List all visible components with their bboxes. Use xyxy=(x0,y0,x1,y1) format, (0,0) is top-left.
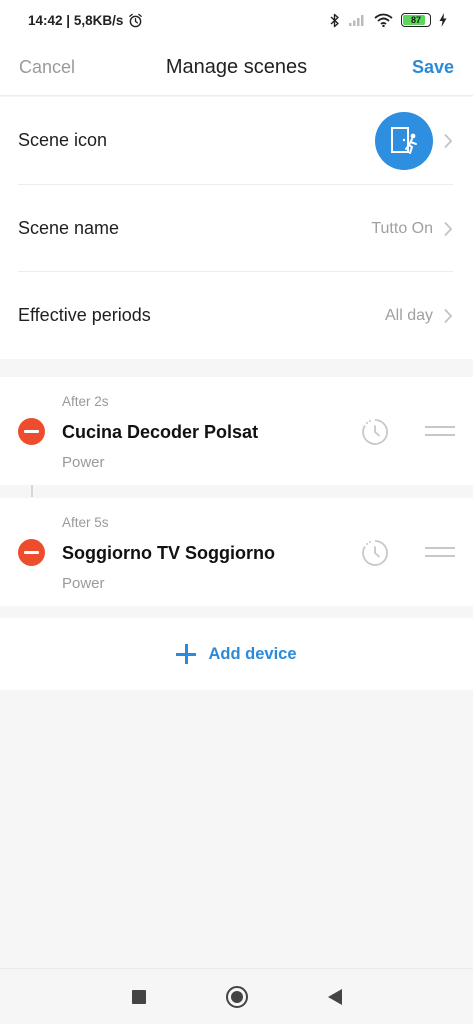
scene-name-row[interactable]: Scene name Tutto On xyxy=(0,185,473,272)
scene-icon-row[interactable]: Scene icon xyxy=(0,97,473,184)
effective-periods-label: Effective periods xyxy=(18,305,151,325)
device-name: Cucina Decoder Polsat xyxy=(62,422,259,442)
chevron-right-icon xyxy=(444,221,453,236)
delay-timer-icon[interactable] xyxy=(360,417,390,447)
scene-name-label: Scene name xyxy=(18,218,120,238)
status-bar: 14:42 | 5,8KB/s 87 xyxy=(0,0,473,40)
minus-icon xyxy=(24,429,39,434)
scene-icon-right xyxy=(375,111,453,170)
delay-timer-icon[interactable] xyxy=(360,538,390,568)
device-card[interactable]: After 2s Cucina Decoder Polsat Power xyxy=(0,377,473,485)
home-icon[interactable] xyxy=(225,985,248,1008)
effective-periods-right: All day xyxy=(385,307,453,325)
chevron-right-icon xyxy=(444,133,453,148)
alarm-icon xyxy=(129,13,143,27)
remove-device-button[interactable] xyxy=(18,539,45,566)
device-card[interactable]: After 5s Soggiorno TV Soggiorno Power xyxy=(0,498,473,606)
device-action: Power xyxy=(62,575,105,592)
scene-icon-preview xyxy=(375,111,433,170)
bluetooth-icon xyxy=(330,13,339,27)
signal-icon xyxy=(349,15,364,26)
status-right: 87 xyxy=(330,13,447,28)
save-button[interactable]: Save xyxy=(412,57,454,78)
status-network-speed: 5,8KB/s xyxy=(73,12,124,28)
device-delay: After 5s xyxy=(62,515,109,530)
scene-icon-label: Scene icon xyxy=(18,130,108,150)
scene-name-right: Tutto On xyxy=(371,220,453,238)
effective-periods-row[interactable]: Effective periods All day xyxy=(0,272,473,359)
remove-device-button[interactable] xyxy=(18,418,45,445)
wifi-icon xyxy=(374,13,393,27)
door-person-icon xyxy=(391,126,417,154)
add-device-button[interactable]: Add device xyxy=(0,618,473,690)
header: Cancel Manage scenes Save xyxy=(0,40,473,96)
status-left: 14:42 | 5,8KB/s xyxy=(28,13,143,28)
drag-handle-icon[interactable] xyxy=(425,547,455,561)
drag-handle-icon[interactable] xyxy=(425,426,455,440)
scene-name-value: Tutto On xyxy=(371,219,433,237)
add-device-label: Add device xyxy=(208,644,297,663)
add-device-content: Add device xyxy=(176,644,297,664)
device-name: Soggiorno TV Soggiorno xyxy=(62,543,275,563)
cancel-button[interactable]: Cancel xyxy=(19,57,75,78)
system-nav-bar xyxy=(0,968,473,1024)
scene-settings: Scene icon Scene name Tutto On Effective… xyxy=(0,97,473,359)
plus-icon xyxy=(176,644,197,664)
battery-icon: 87 xyxy=(401,13,431,27)
back-icon[interactable] xyxy=(327,988,342,1005)
device-delay: After 2s xyxy=(62,394,109,409)
device-action: Power xyxy=(62,454,105,471)
device-connector xyxy=(31,485,33,497)
status-separator: | xyxy=(62,12,74,28)
chevron-right-icon xyxy=(444,308,453,323)
recent-apps-icon[interactable] xyxy=(131,989,146,1004)
minus-icon xyxy=(24,550,39,555)
status-time: 14:42 xyxy=(28,12,63,28)
effective-periods-value: All day xyxy=(384,306,433,324)
battery-level: 87 xyxy=(410,15,421,25)
charging-icon xyxy=(439,13,447,27)
